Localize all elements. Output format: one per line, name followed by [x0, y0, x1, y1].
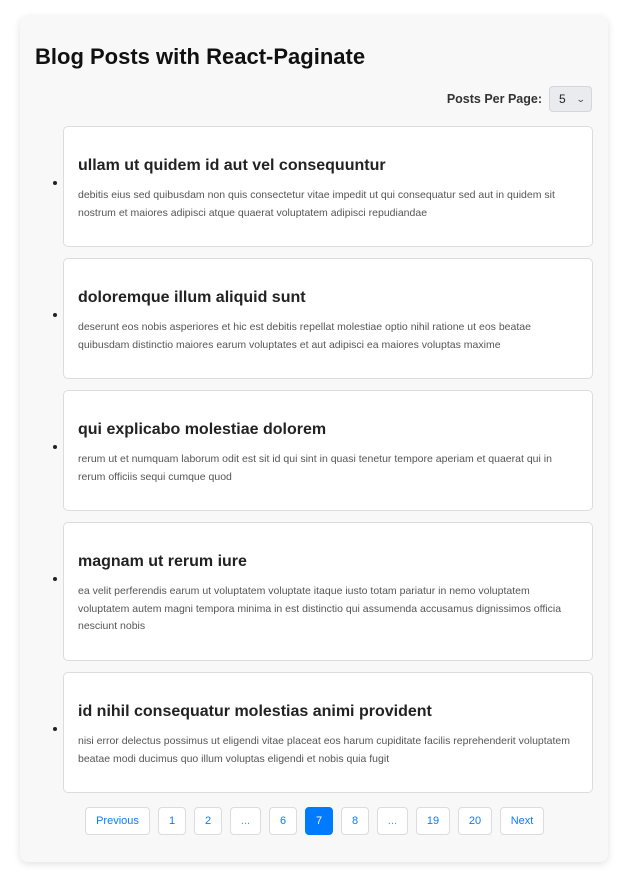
bullet-icon [53, 313, 57, 317]
previous-page-button[interactable]: Previous [85, 807, 150, 835]
posts-per-page-control: Posts Per Page: 5 ⌄ [447, 86, 592, 112]
page-button-6[interactable]: 6 [269, 807, 297, 835]
posts-per-page-label: Posts Per Page: [446, 92, 542, 106]
bullet-icon [53, 445, 57, 449]
post-title: ullam ut quidem id aut vel consequuntur [78, 157, 386, 174]
bullet-icon [53, 727, 57, 731]
post-body: nisi error delectus possimus ut eligendi… [78, 735, 571, 765]
post-card: ullam ut quidem id aut vel consequuntur … [63, 126, 593, 247]
page-break-ellipsis[interactable]: ... [230, 807, 261, 835]
post-title: id nihil consequatur molestias animi pro… [78, 703, 432, 720]
bullet-icon [53, 181, 57, 185]
post-title: doloremque illum aliquid sunt [78, 289, 306, 306]
posts-per-page-select[interactable]: 5 ⌄ [549, 86, 592, 112]
next-page-button[interactable]: Next [500, 807, 544, 835]
bullet-icon [53, 577, 57, 581]
pagination: Previous 1 2 ... 6 7 8 ... 19 20 Next [85, 807, 544, 835]
page-button-20[interactable]: 20 [458, 807, 492, 835]
post-title: magnam ut rerum iure [78, 553, 247, 570]
post-body: rerum ut et numquam laborum odit est sit… [78, 453, 552, 483]
page-break-ellipsis[interactable]: ... [377, 807, 408, 835]
post-card: magnam ut rerum iure ea velit perferendi… [63, 522, 593, 661]
page-button-1[interactable]: 1 [158, 807, 186, 835]
post-card: doloremque illum aliquid sunt deserunt e… [63, 258, 593, 379]
page-button-19[interactable]: 19 [416, 807, 450, 835]
post-body: debitis eius sed quibusdam non quis cons… [78, 189, 555, 219]
page-title: Blog Posts with React-Paginate [35, 44, 366, 69]
chevron-down-icon: ⌄ [576, 93, 587, 104]
page-button-8[interactable]: 8 [341, 807, 369, 835]
page-button-2[interactable]: 2 [194, 807, 222, 835]
post-body: ea velit perferendis earum ut voluptatem… [78, 585, 562, 632]
post-card: id nihil consequatur molestias animi pro… [63, 672, 593, 793]
page-button-7-active[interactable]: 7 [305, 807, 333, 835]
post-card: qui explicabo molestiae dolorem rerum ut… [63, 390, 593, 511]
posts-per-page-value: 5 [559, 92, 566, 106]
post-body: deserunt eos nobis asperiores et hic est… [78, 321, 531, 351]
post-title: qui explicabo molestiae dolorem [78, 421, 327, 438]
blog-container: Blog Posts with React-Paginate Posts Per… [20, 16, 608, 862]
